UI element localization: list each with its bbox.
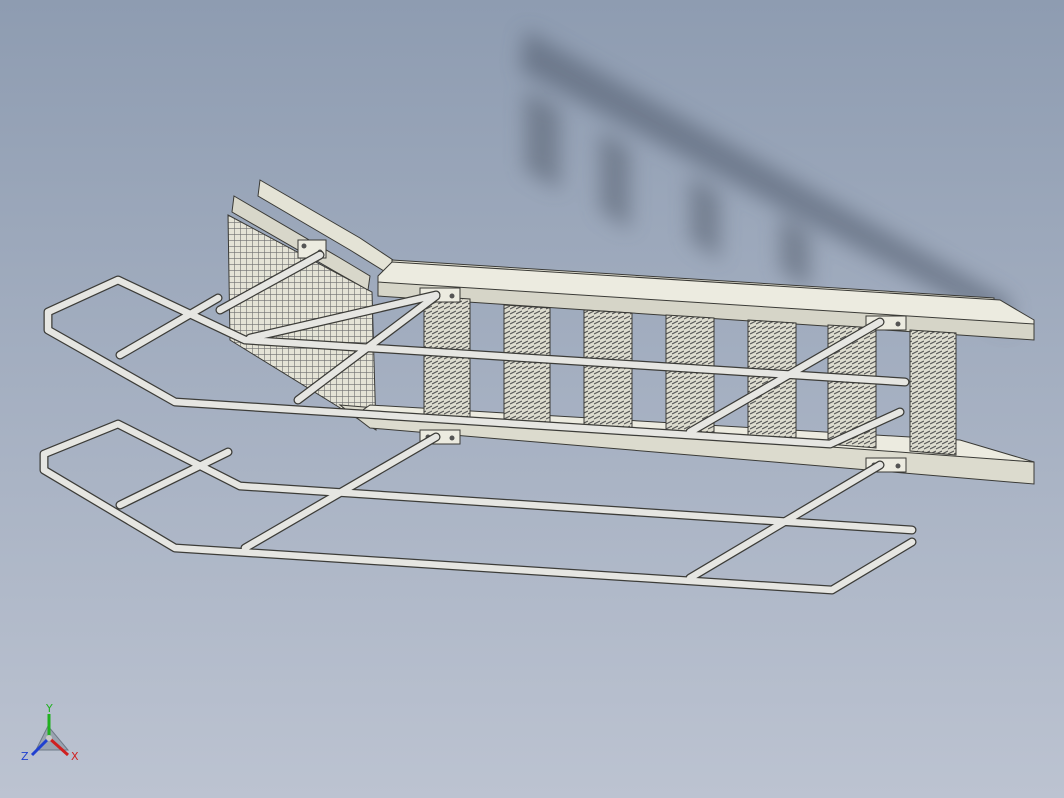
z-axis-label: Z [21,750,29,763]
x-axis-label: X [71,750,79,763]
cad-3d-viewport[interactable] [0,0,1064,798]
orientation-triad[interactable]: Y X Z [18,700,88,770]
ladder-frame[interactable] [227,179,1035,485]
y-axis-label: Y [45,702,53,715]
